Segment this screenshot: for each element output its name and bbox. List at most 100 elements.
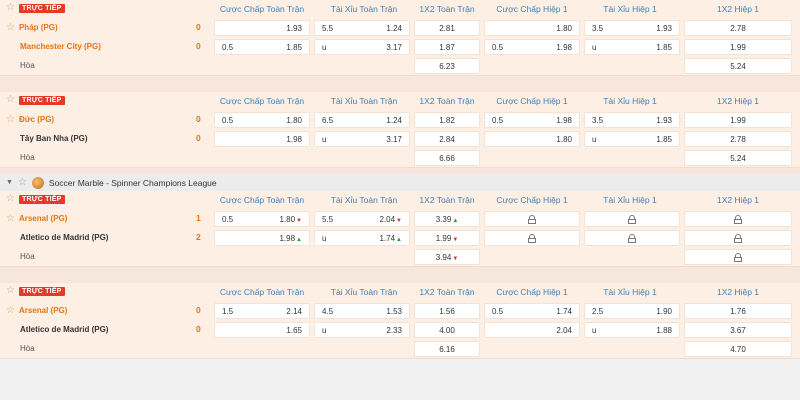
odds-cell-h1-ou[interactable]: u 1.85 [584, 131, 680, 147]
team-name[interactable]: Đức (PG) [19, 115, 54, 124]
odds-cell-h1-hdp[interactable]: 0.5 1.98 [484, 39, 580, 55]
odds-cell-hdp[interactable]: 0.5 1.85 [214, 39, 310, 55]
team-info: Tây Ban Nha (PG) [6, 129, 88, 148]
odds-cell-hdp[interactable]: 0.5 1.80 [214, 112, 310, 128]
odds-price: 1.80 [556, 135, 572, 144]
team-score: 0 [196, 305, 201, 315]
odds-value: 6.16 [415, 342, 479, 357]
odds-value: 1.80 [556, 132, 572, 147]
odds-cell-ou[interactable]: u 3.17 [314, 131, 410, 147]
odds-cell-h1-hdp[interactable]: 0.5 1.98 [484, 112, 580, 128]
locked-odds-cell [684, 249, 792, 265]
odds-down-arrow-icon: ▼ [296, 218, 302, 224]
odds-line: 0.5 [222, 215, 234, 224]
favorite-star-icon[interactable]: ☆ [6, 193, 15, 204]
odds-cell-h1-hdp[interactable]: 1.80 [484, 131, 580, 147]
odds-cell-hdp[interactable]: 1.65 [214, 322, 310, 338]
odds-cell-1x2[interactable]: 2.81 [414, 20, 480, 36]
odds-price: 1.53 [386, 307, 402, 316]
odds-value: 1.99▼ [415, 231, 479, 248]
odds-cell-h1-1x2[interactable]: 1.76 [684, 303, 792, 319]
team-favorite-star-icon[interactable]: ☆ [6, 114, 15, 125]
favorite-star-icon[interactable]: ☆ [6, 285, 15, 296]
odds-cell-hdp[interactable]: 1.93 [214, 20, 310, 36]
odds-value: 1.93 [656, 21, 672, 36]
odds-cell-h1-1x2[interactable]: 2.78 [684, 20, 792, 36]
team-name[interactable]: Manchester City (PG) [20, 42, 101, 51]
odds-cell-h1-ou[interactable]: u 1.85 [584, 39, 680, 55]
odds-price: 2.14 [286, 307, 302, 316]
lock-icon [734, 215, 742, 224]
odds-cell-draw-1x2[interactable]: 3.94▼ [414, 249, 480, 265]
team-name[interactable]: Arsenal (PG) [19, 306, 67, 315]
odds-price: 1.80 [286, 116, 302, 125]
team-favorite-star-icon[interactable]: ☆ [6, 305, 15, 316]
odds-cell-h1-ou[interactable]: 3.5 1.93 [584, 20, 680, 36]
odds-value: 1.93 [286, 21, 302, 36]
odds-cell-h1-hdp[interactable]: 1.80 [484, 20, 580, 36]
league-favorite-star-icon[interactable]: ☆ [18, 177, 27, 188]
odds-value: 3.67 [685, 323, 791, 338]
team-favorite-star-icon[interactable]: ☆ [6, 213, 15, 224]
odds-cell-1x2[interactable]: 2.84 [414, 131, 480, 147]
home-team-row: ☆ Đức (PG) 0 0.5 1.80 6.5 1.24 1.82 0.5 1.98 3.5 1.… [0, 110, 800, 129]
odds-cell-hdp[interactable]: 0.5 1.80▼ [214, 211, 310, 227]
odds-cell-draw-1x2[interactable]: 6.16 [414, 341, 480, 357]
odds-cell-ou[interactable]: 4.5 1.53 [314, 303, 410, 319]
odds-cell-ou[interactable]: u 2.33 [314, 322, 410, 338]
odds-price: 1.85 [286, 43, 302, 52]
odds-line: u [592, 43, 597, 52]
odds-line: 4.5 [322, 307, 334, 316]
odds-cell-h1-ou[interactable]: u 1.88 [584, 322, 680, 338]
odds-cell-ou[interactable]: u 3.17 [314, 39, 410, 55]
odds-line: u [322, 234, 327, 243]
odds-cell-hdp[interactable]: 1.5 2.14 [214, 303, 310, 319]
col-header-h1-ou: Tài Xỉu Hiệp 1 [603, 96, 657, 106]
odds-cell-ou[interactable]: u 1.74▲ [314, 230, 410, 246]
team-name[interactable]: Arsenal (PG) [19, 214, 67, 223]
odds-cell-h1-1x2[interactable]: 3.67 [684, 322, 792, 338]
odds-value: 4.70 [685, 342, 791, 357]
team-favorite-star-icon[interactable]: ☆ [6, 22, 15, 33]
odds-cell-1x2[interactable]: 4.00 [414, 322, 480, 338]
odds-cell-draw-1x2[interactable]: 6.23 [414, 58, 480, 74]
team-info: Manchester City (PG) [6, 37, 101, 56]
odds-cell-h1-hdp[interactable]: 0.5 1.74 [484, 303, 580, 319]
odds-cell-1x2[interactable]: 1.99▼ [414, 230, 480, 246]
odds-cell-ou[interactable]: 5.5 2.04▼ [314, 211, 410, 227]
odds-price: 1.85 [656, 135, 672, 144]
odds-cell-draw-h1-1x2[interactable]: 4.70 [684, 341, 792, 357]
odds-cell-1x2[interactable]: 1.87 [414, 39, 480, 55]
odds-cell-draw-1x2[interactable]: 6.66 [414, 150, 480, 166]
team-name[interactable]: Atletico de Madrid (PG) [20, 233, 108, 242]
odds-cell-draw-h1-1x2[interactable]: 5.24 [684, 58, 792, 74]
odds-cell-1x2[interactable]: 3.39▲ [414, 211, 480, 227]
league-logo-icon [31, 176, 44, 189]
favorite-star-icon[interactable]: ☆ [6, 2, 15, 13]
team-name[interactable]: Atletico de Madrid (PG) [20, 325, 108, 334]
odds-value: 3.94▼ [415, 250, 479, 267]
odds-cell-draw-h1-1x2[interactable]: 5.24 [684, 150, 792, 166]
favorite-star-icon[interactable]: ☆ [6, 94, 15, 105]
odds-cell-h1-1x2[interactable]: 1.99 [684, 112, 792, 128]
odds-value: 5.24 [685, 59, 791, 74]
odds-cell-ou[interactable]: 5.5 1.24 [314, 20, 410, 36]
odds-value: 1.85 [656, 132, 672, 147]
odds-cell-1x2[interactable]: 1.82 [414, 112, 480, 128]
odds-price: 2.04 [379, 215, 396, 224]
odds-cell-h1-ou[interactable]: 2.5 1.90 [584, 303, 680, 319]
odds-cell-h1-ou[interactable]: 3.5 1.93 [584, 112, 680, 128]
collapse-chevron-icon[interactable]: ▼ [6, 179, 13, 186]
league-header[interactable]: ▼ ☆ Soccer Marble - Spinner Champions Leag… [0, 174, 800, 191]
odds-cell-h1-1x2[interactable]: 1.99 [684, 39, 792, 55]
odds-cell-ou[interactable]: 6.5 1.24 [314, 112, 410, 128]
team-name[interactable]: Tây Ban Nha (PG) [20, 134, 88, 143]
odds-cell-h1-hdp[interactable]: 2.04 [484, 322, 580, 338]
locked-odds-cell [584, 230, 680, 246]
team-name[interactable]: Pháp (PG) [19, 23, 58, 32]
odds-cell-hdp[interactable]: 1.98▲ [214, 230, 310, 246]
odds-cell-hdp[interactable]: 1.98 [214, 131, 310, 147]
odds-cell-h1-1x2[interactable]: 2.78 [684, 131, 792, 147]
odds-price: 1.76 [730, 307, 746, 316]
odds-cell-1x2[interactable]: 1.56 [414, 303, 480, 319]
